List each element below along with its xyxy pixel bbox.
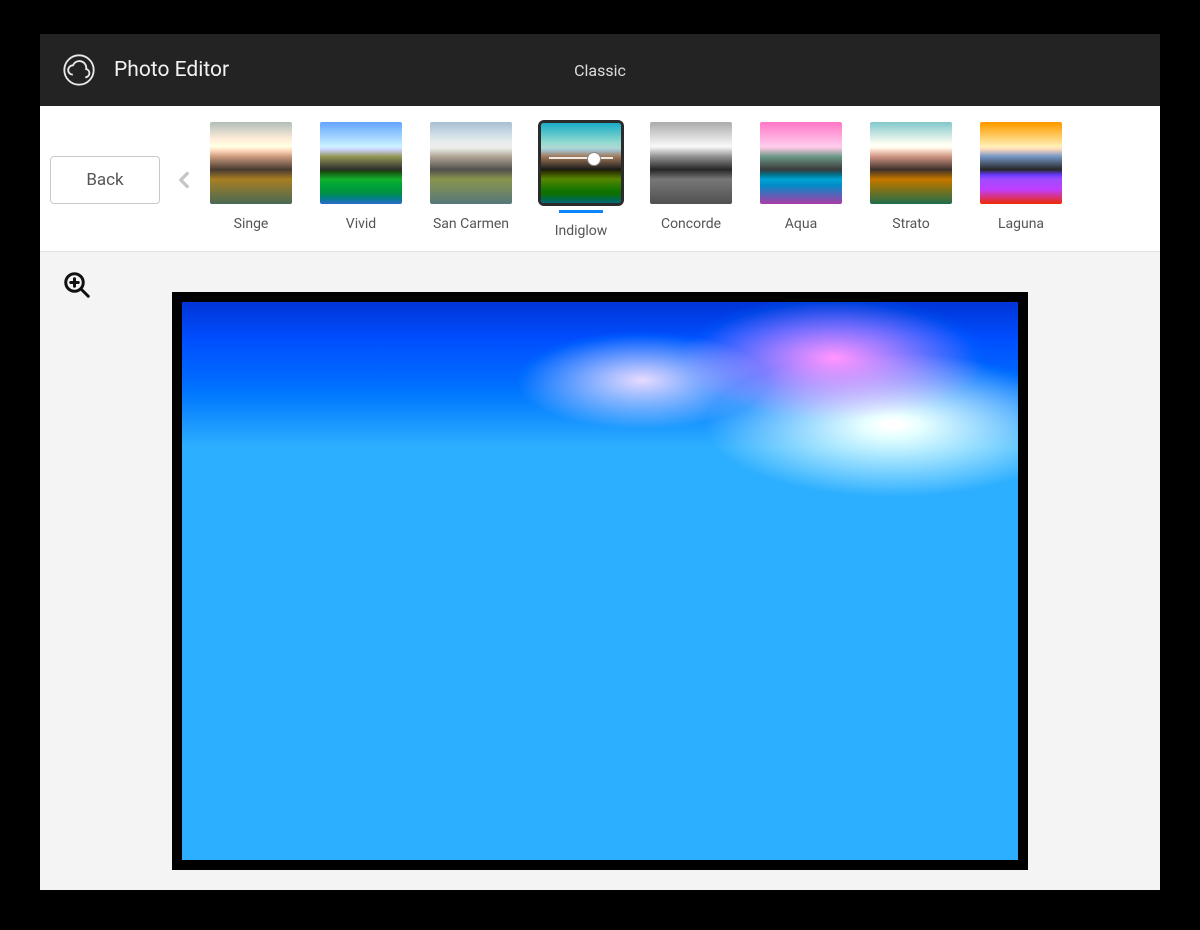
filter-label: Vivid: [346, 216, 376, 232]
filter-item-strato[interactable]: Strato: [868, 120, 954, 232]
preview-image: [182, 302, 1018, 860]
filter-item-vivid[interactable]: Vivid: [318, 120, 404, 232]
app-frame: Photo Editor Classic Back Singe Vivid San …: [40, 34, 1160, 890]
filter-thumbnail: [538, 120, 624, 206]
category-title: Classic: [574, 61, 626, 80]
workspace: [40, 251, 1160, 890]
selected-indicator: [559, 210, 603, 213]
filter-label: Singe: [234, 216, 269, 232]
app-title: Photo Editor: [114, 58, 229, 82]
filter-intensity-slider[interactable]: [549, 157, 613, 159]
filter-label: Indiglow: [555, 223, 608, 239]
filter-item-laguna[interactable]: Laguna: [978, 120, 1064, 232]
filter-label: Aqua: [785, 216, 817, 232]
filter-thumbnail: [318, 120, 404, 206]
filter-label: Strato: [892, 216, 929, 232]
zoom-in-icon[interactable]: [62, 270, 92, 304]
app-header: Photo Editor Classic: [40, 34, 1160, 106]
filter-thumbnail: [428, 120, 514, 206]
filter-item-san-carmen[interactable]: San Carmen: [428, 120, 514, 232]
image-preview[interactable]: [172, 292, 1028, 870]
filter-item-concorde[interactable]: Concorde: [648, 120, 734, 232]
filter-thumbnail: [978, 120, 1064, 206]
filter-item-indiglow[interactable]: Indiglow: [538, 120, 624, 239]
filter-label: Laguna: [998, 216, 1044, 232]
filter-item-singe[interactable]: Singe: [208, 120, 294, 232]
filter-thumbnail: [758, 120, 844, 206]
filter-strip: Back Singe Vivid San Carmen Indiglow Concord…: [40, 106, 1160, 251]
chevron-left-icon[interactable]: [160, 167, 208, 193]
filter-thumbnail: [208, 120, 294, 206]
filter-thumbnail: [868, 120, 954, 206]
filter-thumbnail: [648, 120, 734, 206]
filter-label: Concorde: [661, 216, 721, 232]
creative-cloud-icon: [62, 53, 96, 87]
filter-label: San Carmen: [433, 216, 509, 232]
filter-item-aqua[interactable]: Aqua: [758, 120, 844, 232]
back-button[interactable]: Back: [50, 156, 160, 204]
filter-list: Singe Vivid San Carmen Indiglow Concorde Aqua…: [208, 120, 1160, 239]
